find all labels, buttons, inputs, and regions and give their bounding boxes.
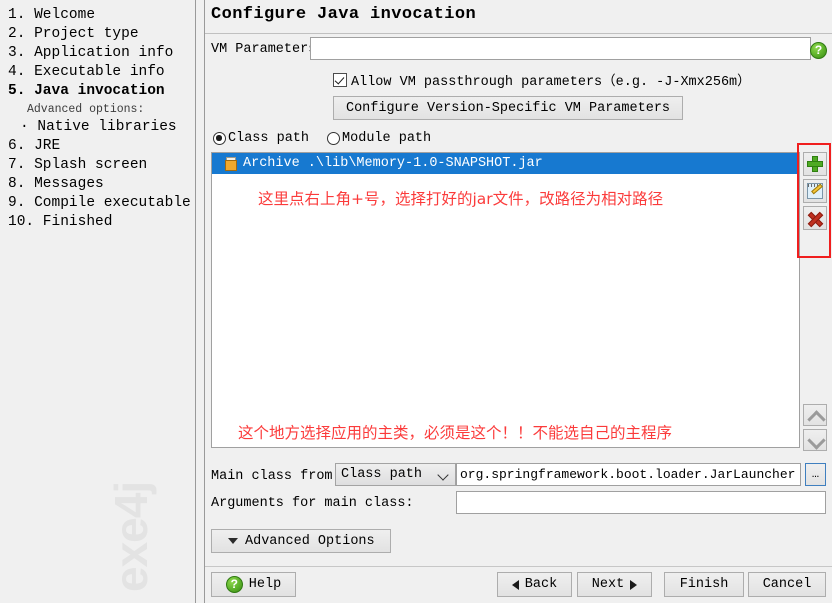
wizard-step-sidebar: 1. Welcome 2. Project type 3. Applicatio… <box>0 0 196 603</box>
move-down-button[interactable] <box>803 429 827 451</box>
sidebar-item-project-type[interactable]: 2. Project type <box>0 25 195 44</box>
chevron-down-icon <box>437 469 449 481</box>
sidebar-subhead-advanced-options: Advanced options: <box>27 103 145 116</box>
jar-archive-icon <box>225 156 237 171</box>
radio-module-path-label: Module path <box>342 131 432 146</box>
radio-class-path[interactable]: Class path <box>213 131 309 146</box>
main-class-source-dropdown[interactable]: Class path <box>335 463 456 486</box>
cancel-button[interactable]: Cancel <box>748 572 826 597</box>
classpath-toolbar <box>803 152 827 233</box>
edit-classpath-entry-button[interactable] <box>803 179 827 203</box>
triangle-down-icon <box>228 538 238 544</box>
classpath-entry-label: Archive .\lib\Memory-1.0-SNAPSHOT.jar <box>243 156 543 171</box>
path-mode-radio-group: Class path Module path <box>213 131 449 146</box>
delete-classpath-entry-button[interactable] <box>803 206 827 230</box>
sidebar-item-application-info[interactable]: 3. Application info <box>0 44 195 63</box>
help-circle-icon: ? <box>810 42 827 59</box>
annotation-main-class: 这个地方选择应用的主类，必须是这个！！不能选自己的主程序 <box>238 424 673 442</box>
configure-version-specific-vm-parameters-button[interactable]: Configure Version-Specific VM Parameters <box>333 96 683 120</box>
vm-parameters-input[interactable] <box>310 37 811 60</box>
sidebar-item-executable-info[interactable]: 4. Executable info <box>0 63 195 82</box>
next-button-label: Next <box>591 577 625 592</box>
page-title: Configure Java invocation <box>211 5 477 24</box>
chevron-up-icon <box>807 410 826 429</box>
allow-vm-passthrough-checkbox[interactable]: Allow VM passthrough parameters（e.g. -J-… <box>333 69 751 90</box>
sidebar-item-jre[interactable]: 6. JRE <box>0 137 195 156</box>
table-row[interactable]: Archive .\lib\Memory-1.0-SNAPSHOT.jar <box>212 153 799 174</box>
title-divider <box>205 33 832 34</box>
sidebar-item-java-invocation[interactable]: 5. Java invocation <box>0 82 195 101</box>
chevron-down-icon <box>807 431 826 450</box>
annotation-add-jar: 这里点右上角+号，选择打好的jar文件，改路径为相对路径 <box>258 190 664 208</box>
advanced-options-label: Advanced Options <box>245 533 375 549</box>
radio-selected-icon <box>213 132 226 145</box>
allow-vm-passthrough-label: Allow VM passthrough parameters（e.g. -J-… <box>351 75 751 90</box>
sidebar-item-compile-executable[interactable]: 9. Compile executable <box>0 194 195 213</box>
advanced-options-button[interactable]: Advanced Options <box>211 529 391 553</box>
wizard-step-list: 1. Welcome 2. Project type 3. Applicatio… <box>0 0 195 232</box>
main-class-from-label: Main class from <box>211 469 333 484</box>
sidebar-item-finished[interactable]: 10. Finished <box>0 213 195 232</box>
sidebar-item-native-libraries[interactable]: · Native libraries <box>0 118 195 137</box>
arguments-input[interactable] <box>456 491 826 514</box>
classpath-list[interactable]: Archive .\lib\Memory-1.0-SNAPSHOT.jar 这里… <box>211 152 800 448</box>
finish-button[interactable]: Finish <box>664 572 744 597</box>
exe4j-watermark: exe4j <box>105 481 157 592</box>
radio-module-path[interactable]: Module path <box>327 131 431 146</box>
main-panel: Configure Java invocation VM Parameters:… <box>205 0 832 603</box>
help-button[interactable]: ? Help <box>211 572 296 597</box>
help-circle-icon: ? <box>225 576 243 593</box>
add-classpath-entry-button[interactable] <box>803 152 827 176</box>
vm-parameters-label: VM Parameters: <box>211 42 325 57</box>
back-button[interactable]: Back <box>497 572 572 597</box>
sidebar-item-messages[interactable]: 8. Messages <box>0 175 195 194</box>
triangle-right-icon <box>630 579 638 590</box>
footer-divider <box>205 566 832 567</box>
classpath-reorder-toolbar <box>803 404 827 454</box>
main-class-browse-button[interactable]: … <box>805 463 826 486</box>
help-button-label: Help <box>248 577 282 592</box>
triangle-left-icon <box>511 579 519 590</box>
next-button[interactable]: Next <box>577 572 652 597</box>
vm-parameters-help-button[interactable]: ? <box>810 41 827 59</box>
sidebar-item-splash-screen[interactable]: 7. Splash screen <box>0 156 195 175</box>
checkbox-check-icon <box>333 72 347 87</box>
arguments-for-main-class-label: Arguments for main class: <box>211 496 414 511</box>
move-up-button[interactable] <box>803 404 827 429</box>
sidebar-item-welcome[interactable]: 1. Welcome <box>0 6 195 25</box>
back-button-label: Back <box>524 577 558 592</box>
exe4j-wizard-window: 1. Welcome 2. Project type 3. Applicatio… <box>0 0 832 603</box>
radio-class-path-label: Class path <box>228 131 310 146</box>
main-class-input[interactable] <box>456 463 801 486</box>
main-class-source-value: Class path <box>341 467 423 482</box>
radio-unselected-icon <box>327 132 341 145</box>
